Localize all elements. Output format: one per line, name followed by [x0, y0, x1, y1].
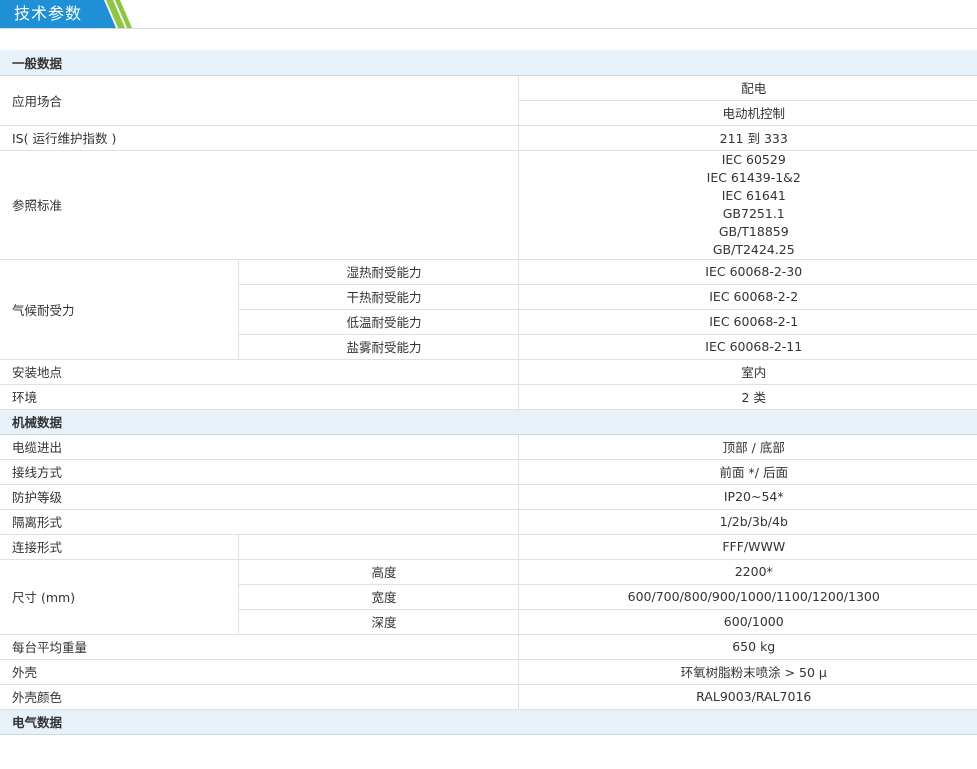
sub-label: 宽度	[237, 584, 518, 610]
sub-label: 湿热耐受能力	[237, 259, 518, 285]
row-label: 安装地点	[0, 359, 518, 385]
row-label: 电缆进出	[0, 434, 518, 460]
table-row: 隔离形式 1/2b/3b/4b	[0, 509, 977, 535]
section-row-general: 一般数据	[0, 50, 977, 76]
section-title: 一般数据	[0, 50, 977, 76]
row-value: 电动机控制	[517, 100, 977, 126]
row-value: 环氧树脂粉末喷涂 > 50 μ	[517, 659, 977, 685]
row-value: FFF/WWW	[517, 534, 977, 560]
table-row: 外壳颜色 RAL9003/RAL7016	[0, 684, 977, 710]
sub-label: 低温耐受能力	[237, 309, 518, 335]
row-label: 尺寸 (mm)	[0, 559, 238, 635]
row-value: 650 kg	[517, 634, 977, 660]
row-value: IEC 60068-2-1	[517, 309, 977, 335]
row-label: 参照标准	[0, 150, 518, 260]
standard-item: GB7251.1	[722, 205, 785, 221]
row-value: 211 到 333	[517, 125, 977, 151]
row-value: 2 类	[517, 384, 977, 410]
table-row: 尺寸 (mm) 高度 2200*	[0, 559, 977, 635]
section-title: 机械数据	[0, 409, 977, 435]
table-row: 接线方式 前面 */ 后面	[0, 459, 977, 485]
sub-label: 深度	[237, 609, 518, 635]
table-row: 参照标准 IEC 60529 IEC 61439-1&2 IEC 61641 G…	[0, 150, 977, 260]
row-label: 环境	[0, 384, 518, 410]
sub-label: 高度	[237, 559, 518, 585]
row-value: RAL9003/RAL7016	[517, 684, 977, 710]
standard-item: IEC 60529	[721, 151, 786, 167]
row-label: 气候耐受力	[0, 259, 238, 360]
row-label: 接线方式	[0, 459, 518, 485]
standards-list: IEC 60529 IEC 61439-1&2 IEC 61641 GB7251…	[517, 150, 977, 260]
tech-params-tab: 技术参数	[0, 0, 132, 28]
table-row: 安装地点 室内	[0, 359, 977, 385]
row-value: 前面 */ 后面	[517, 459, 977, 485]
table-row: 电缆进出 顶部 / 底部	[0, 434, 977, 460]
row-label: IS( 运行维护指数 )	[0, 125, 518, 151]
row-label: 防护等级	[0, 484, 518, 510]
row-label: 连接形式	[0, 534, 238, 560]
row-value: 600/700/800/900/1000/1100/1200/1300	[517, 584, 977, 610]
row-value: 1/2b/3b/4b	[517, 509, 977, 535]
sub-label: 盐雾耐受能力	[237, 334, 518, 360]
row-value: 顶部 / 底部	[517, 434, 977, 460]
row-value: IEC 60068-2-2	[517, 284, 977, 310]
row-value: 配电	[517, 75, 977, 101]
table-row: 每台平均重量 650 kg	[0, 634, 977, 660]
standard-item: IEC 61439-1&2	[706, 169, 801, 185]
row-value: 室内	[517, 359, 977, 385]
row-value: IEC 60068-2-11	[517, 334, 977, 360]
standard-item: IEC 61641	[721, 187, 786, 203]
row-label: 外壳	[0, 659, 518, 685]
row-label: 每台平均重量	[0, 634, 518, 660]
tab-title: 技术参数	[14, 4, 83, 23]
section-header: 技术参数	[0, 0, 977, 29]
section-row-mechanical: 机械数据	[0, 409, 977, 435]
sub-label-empty	[237, 534, 518, 560]
table-row: 防护等级 IP20~54*	[0, 484, 977, 510]
row-value: IP20~54*	[517, 484, 977, 510]
row-label: 隔离形式	[0, 509, 518, 535]
section-title: 电气数据	[0, 709, 977, 735]
table-row: 气候耐受力 湿热耐受能力 IEC 60068-2-30	[0, 259, 977, 360]
spec-table: 一般数据 应用场合 配电 电动机控制 IS( 运行维护指数 ) 211 到 33…	[0, 50, 977, 735]
row-value: 2200*	[517, 559, 977, 585]
row-value: IEC 60068-2-30	[517, 259, 977, 285]
standard-item: GB/T18859	[718, 223, 789, 239]
table-row: IS( 运行维护指数 ) 211 到 333	[0, 125, 977, 151]
table-row: 外壳 环氧树脂粉末喷涂 > 50 μ	[0, 659, 977, 685]
table-row: 应用场合 配电	[0, 75, 977, 126]
section-row-electrical: 电气数据	[0, 709, 977, 735]
row-value: 600/1000	[517, 609, 977, 635]
sub-label: 干热耐受能力	[237, 284, 518, 310]
row-label: 应用场合	[0, 75, 518, 126]
standard-item: GB/T2424.25	[712, 241, 795, 257]
row-label: 外壳颜色	[0, 684, 518, 710]
table-row: 连接形式 FFF/WWW	[0, 534, 977, 560]
table-row: 环境 2 类	[0, 384, 977, 410]
